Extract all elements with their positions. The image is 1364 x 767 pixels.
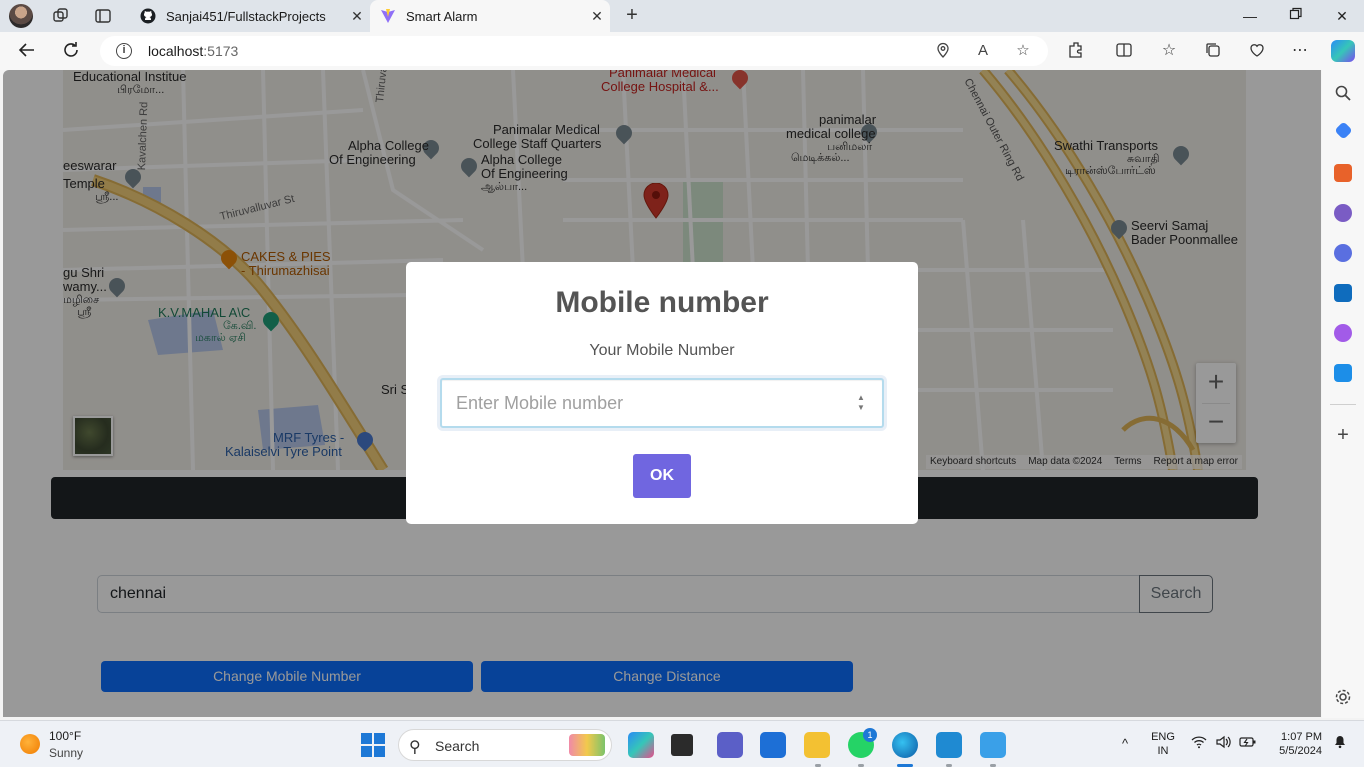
task-view-icon[interactable] [671,734,693,756]
microsoft-365-icon[interactable] [1334,244,1352,262]
notification-bell-icon[interactable] [1330,733,1350,753]
input-placeholder: Enter Mobile number [456,393,624,413]
url-text[interactable]: localhost:5173 [148,43,238,59]
volume-icon[interactable] [1214,735,1232,753]
minimize-icon[interactable]: — [1240,6,1260,26]
dialog-subtitle: Your Mobile Number [589,342,735,359]
vertical-tabs-icon[interactable] [94,7,112,25]
browser-title-bar: Sanjai451/FullstackProjects ✕ Smart Alar… [0,0,1364,32]
split-screen-icon[interactable] [1114,41,1134,61]
tab-github[interactable]: Sanjai451/FullstackProjects ✕ [130,0,370,32]
back-icon[interactable] [16,40,38,62]
designer-icon[interactable] [1334,324,1352,342]
search-icon[interactable] [1334,84,1352,102]
extensions-icon[interactable] [1066,41,1086,61]
number-spinner-icon[interactable]: ▲ ▼ [856,393,866,415]
vscode-icon[interactable] [936,732,962,758]
edge-sidebar: + [1322,70,1364,718]
add-sidebar-app-icon[interactable]: + [1334,425,1352,445]
mobile-number-dialog: Mobile number Your Mobile Number Enter M… [406,262,918,524]
search-icon: ⚲ [409,739,421,756]
settings-gear-icon[interactable] [1334,688,1352,706]
collections-icon[interactable] [1203,41,1223,61]
restore-icon[interactable] [1286,6,1306,26]
notepad-icon[interactable] [980,732,1006,758]
taskbar-search-label: Search [435,738,480,754]
refresh-icon[interactable] [60,40,82,62]
games-icon[interactable] [1334,204,1352,222]
sidebar-divider [1330,404,1356,405]
dialog-title: Mobile number [555,286,769,319]
ok-button[interactable]: OK [633,454,691,498]
close-window-icon[interactable]: ✕ [1332,6,1352,26]
shopping-tag-icon[interactable] [1334,121,1353,140]
microsoft-store-icon[interactable] [760,732,786,758]
location-icon[interactable] [934,42,952,60]
browser-essentials-icon[interactable] [1247,41,1267,61]
favorites-icon[interactable]: ☆ [1159,41,1179,61]
favorite-star-icon[interactable]: ☆ [1014,42,1032,60]
site-info-icon[interactable]: i [116,43,132,59]
tab-smart-alarm[interactable]: Smart Alarm ✕ [370,0,610,32]
wifi-icon[interactable] [1190,735,1208,753]
weather-temperature[interactable]: 100°F [49,729,81,743]
close-tab-icon[interactable]: ✕ [344,8,370,25]
profile-avatar[interactable] [9,4,33,28]
send-icon[interactable] [1334,364,1352,382]
more-menu-icon[interactable]: ⋯ [1290,41,1310,61]
github-icon [140,8,156,24]
file-explorer-icon[interactable] [804,732,830,758]
page-viewport: Educational Institue பிரமோ... Panimalar … [3,70,1321,717]
teams-icon[interactable] [717,732,743,758]
close-tab-icon[interactable]: ✕ [584,8,610,25]
notification-badge: 1 [863,728,877,742]
taskbar-search-box[interactable]: ⚲ Search [398,729,612,761]
input-language[interactable]: ENG IN [1150,730,1176,758]
new-tab-button[interactable]: + [620,4,644,28]
tab-label: Sanjai451/FullstackProjects [166,8,326,24]
windows-start-icon[interactable] [361,733,385,757]
tools-briefcase-icon[interactable] [1334,164,1352,182]
outlook-icon[interactable] [1334,284,1352,302]
read-aloud-icon[interactable]: A [974,42,992,60]
vite-icon [380,8,396,24]
search-highlight-icon [569,734,605,756]
address-bar[interactable]: i localhost:5173 A ☆ [100,36,1048,66]
windows-taskbar: 100°F Sunny ⚲ Search 1 ^ ENG IN 1:07 PM 5/… [0,720,1364,767]
edge-browser-icon[interactable] [892,732,918,758]
tab-label: Smart Alarm [406,8,478,24]
sun-icon[interactable] [20,734,40,754]
battery-icon[interactable] [1239,735,1257,753]
copilot-icon[interactable] [1331,40,1355,62]
weather-condition[interactable]: Sunny [49,746,83,760]
chevron-up-icon[interactable]: ^ [1116,735,1134,753]
system-clock[interactable]: 1:07 PM 5/5/2024 [1262,730,1322,758]
workspaces-icon[interactable] [52,7,70,25]
copilot-app-icon[interactable] [628,732,654,758]
address-bar-row: i localhost:5173 A ☆ ☆ ⋯ [0,32,1364,70]
mobile-number-input[interactable]: Enter Mobile number ▲ ▼ [440,378,884,428]
